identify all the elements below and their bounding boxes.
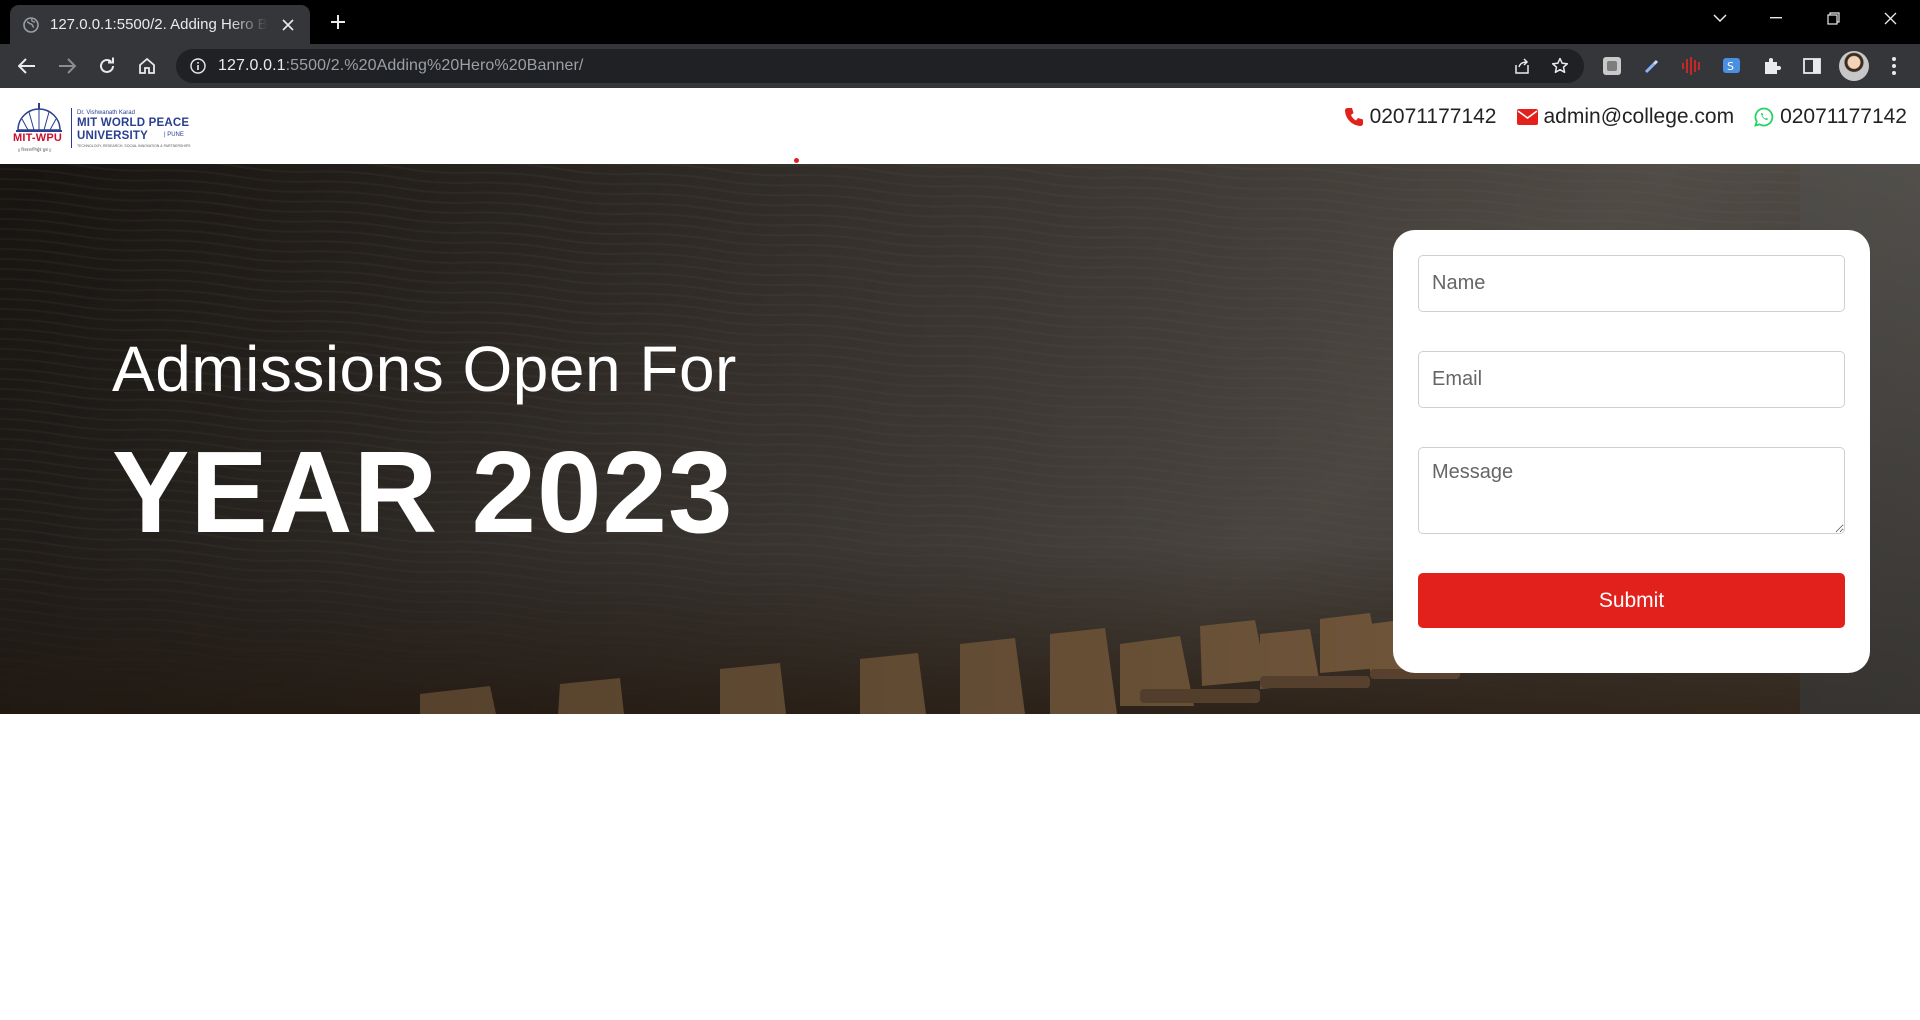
submit-button[interactable]: Submit <box>1418 573 1845 628</box>
logo-sanskrit-tagline: || विश्वशान्तिर्ध्रुवं ध्रुवा || <box>18 147 52 152</box>
phone-number: 02071177142 <box>1369 105 1497 128</box>
globe-icon <box>22 16 40 34</box>
logo-sub-line: TECHNOLOGY, RESEARCH, SOCIAL INNOVATION … <box>77 144 191 148</box>
extension-puzzle-app-icon[interactable] <box>1600 54 1624 78</box>
hero-heading: Admissions Open For <box>112 333 737 405</box>
logo-abbreviation: MIT-WPU <box>13 132 63 144</box>
email-address: admin@college.com <box>1543 105 1735 128</box>
site-info-icon[interactable] <box>188 56 208 76</box>
whatsapp-icon <box>1754 107 1774 127</box>
phone-icon <box>1344 108 1363 126</box>
tab-search-chevron-icon[interactable] <box>1694 0 1746 36</box>
browser-menu-icon[interactable] <box>1880 52 1908 80</box>
contact-bar: 02071177142 admin@college.com 0207117714… <box>1344 105 1907 129</box>
envelope-icon <box>1516 109 1538 125</box>
email-input[interactable] <box>1418 351 1845 408</box>
reload-icon[interactable] <box>93 52 121 80</box>
back-arrow-icon[interactable] <box>13 52 41 80</box>
email-contact-link[interactable]: admin@college.com <box>1516 105 1735 129</box>
url-path: :5500/2.%20Adding%20Hero%20Banner/ <box>285 57 584 74</box>
bookmark-star-icon[interactable] <box>1550 56 1570 76</box>
url-host: 127.0.0.1 <box>218 57 286 74</box>
forward-arrow-icon[interactable] <box>53 52 81 80</box>
svg-text:S: S <box>1727 60 1734 73</box>
site-header: MIT-WPU || विश्वशान्तिर्ध्रुवं ध्रुवा ||… <box>0 88 1920 164</box>
close-tab-icon[interactable] <box>278 15 298 35</box>
logo-name-line-1: MIT WORLD PEACE <box>77 117 190 129</box>
browser-tab[interactable]: 127.0.0.1:5500/2. Adding Hero Banner <box>10 5 310 44</box>
logo-divider <box>71 108 72 148</box>
address-bar[interactable]: 127.0.0.1:5500/2.%20Adding%20Hero%20Bann… <box>176 49 1584 83</box>
whatsapp-number: 02071177142 <box>1780 105 1907 128</box>
dome-emblem-icon <box>16 103 62 132</box>
browser-toolbar: 127.0.0.1:5500/2.%20Adding%20Hero%20Bann… <box>0 44 1920 88</box>
new-tab-button[interactable] <box>324 8 352 36</box>
restore-window-icon[interactable] <box>1807 0 1859 36</box>
phone-contact-link[interactable]: 02071177142 <box>1344 105 1497 129</box>
home-icon[interactable] <box>133 52 161 80</box>
university-logo[interactable]: MIT-WPU || विश्वशान्तिर्ध्रुवं ध्रुवा ||… <box>12 100 192 154</box>
side-panel-icon[interactable] <box>1800 54 1824 78</box>
name-input[interactable] <box>1418 255 1845 312</box>
logo-city: | PUNE <box>164 132 184 138</box>
logo-name-line-2: UNIVERSITY <box>77 130 149 142</box>
share-icon[interactable] <box>1512 56 1532 76</box>
color-picker-icon[interactable] <box>1640 54 1664 78</box>
close-window-icon[interactable] <box>1864 0 1916 36</box>
extensions-puzzle-icon[interactable] <box>1760 54 1784 78</box>
enquiry-form: Submit <box>1393 230 1870 673</box>
browser-tabstrip: 127.0.0.1:5500/2. Adding Hero Banner <box>0 0 1920 44</box>
logo-founder-line: Dr. Vishwanath Karad <box>77 110 135 116</box>
minimize-window-icon[interactable] <box>1750 0 1802 36</box>
tab-title: 127.0.0.1:5500/2. Adding Hero Banner <box>50 16 268 33</box>
audio-waveform-icon[interactable] <box>1680 54 1704 78</box>
translate-extension-icon[interactable]: S <box>1720 54 1744 78</box>
profile-avatar[interactable] <box>1839 51 1869 81</box>
whatsapp-contact-link[interactable]: 02071177142 <box>1754 105 1907 129</box>
hero-year: YEAR 2023 <box>112 427 734 557</box>
url-text[interactable]: 127.0.0.1:5500/2.%20Adding%20Hero%20Bann… <box>218 57 583 75</box>
red-dot-marker <box>794 158 799 163</box>
message-textarea[interactable] <box>1418 447 1845 534</box>
